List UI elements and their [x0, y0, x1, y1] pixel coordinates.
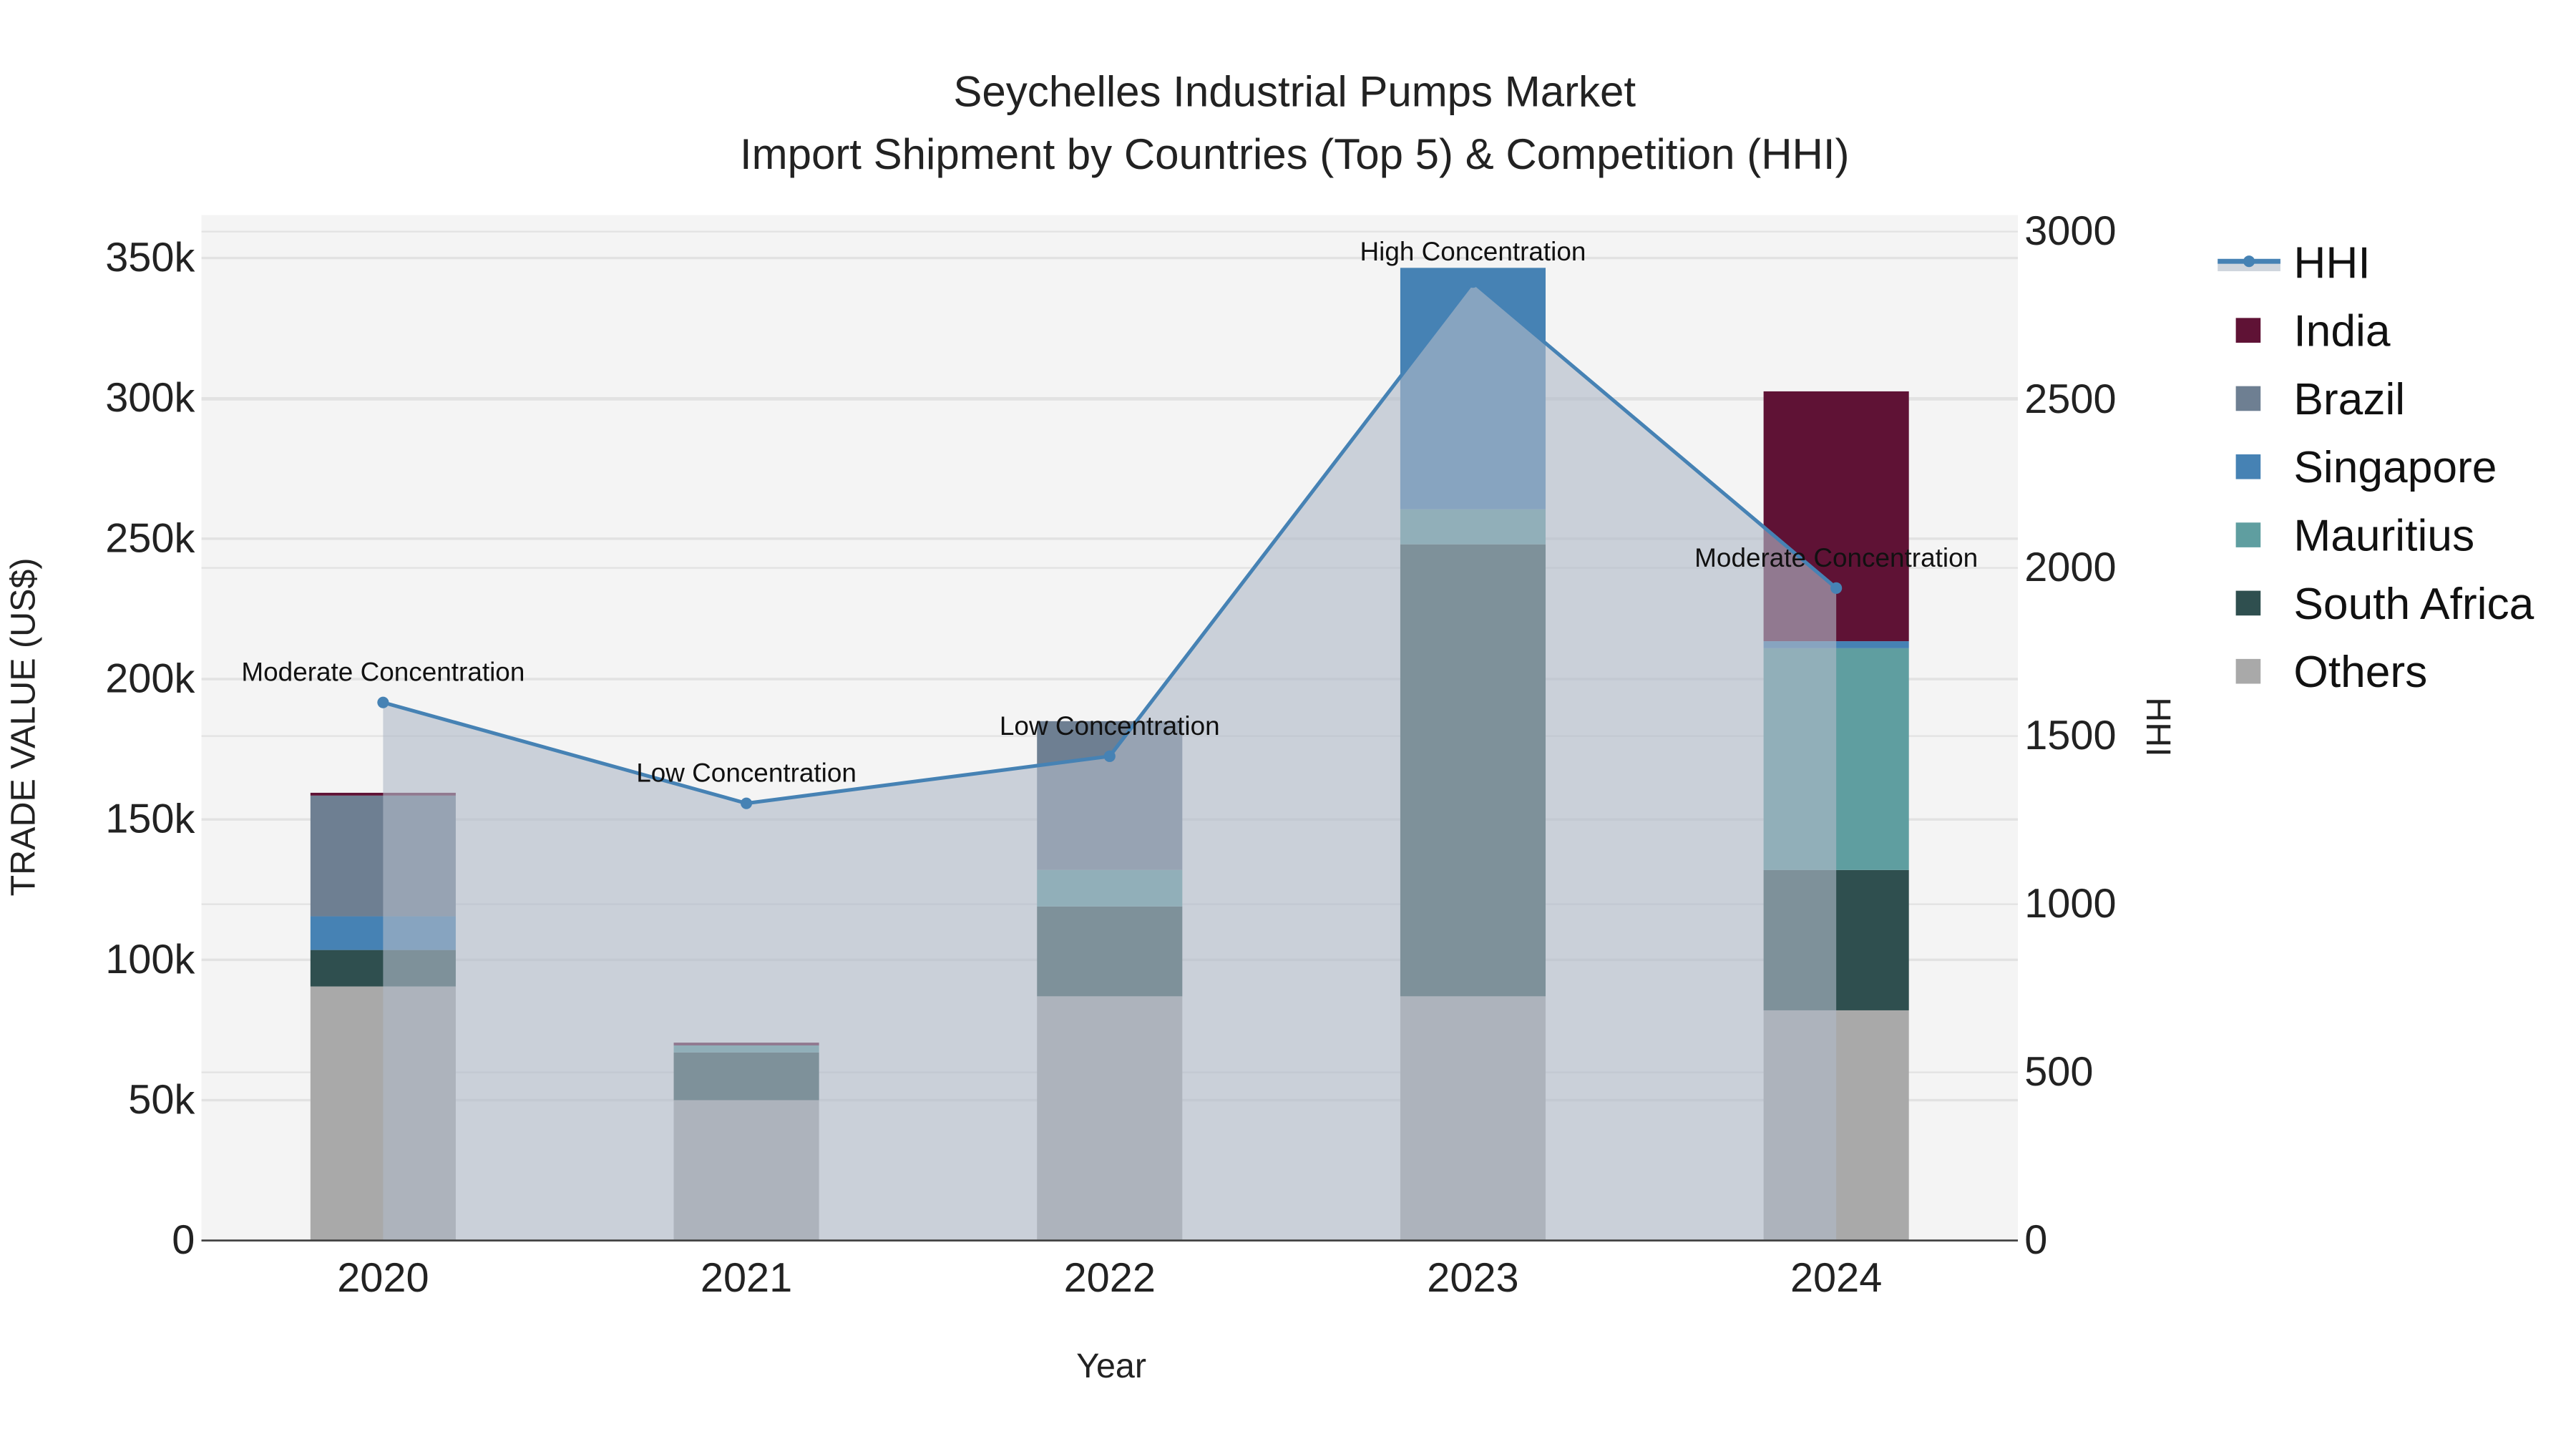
legend-swatch-india: [2235, 318, 2261, 343]
chart-title: Seychelles Industrial Pumps Market: [953, 67, 1636, 115]
x-tick-label: 2023: [1427, 1255, 1518, 1301]
legend-label: HHI: [2293, 238, 2370, 288]
y2-tick-label: 500: [2024, 1049, 2093, 1095]
legend-swatch-brazil: [2235, 386, 2261, 411]
y2-axis-label: HHI: [2139, 697, 2177, 756]
y-tick-label: 50k: [128, 1077, 195, 1123]
hhi-annotation: High Concentration: [1360, 237, 1586, 266]
chart-subtitle: Import Shipment by Countries (Top 5) & C…: [740, 130, 1850, 178]
hhi-point: [1103, 750, 1116, 762]
y-tick-label: 250k: [105, 515, 195, 561]
hhi-annotation: Low Concentration: [636, 758, 857, 788]
x-tick-label: 2022: [1064, 1255, 1156, 1301]
stacked-bar-hhi-chart: Moderate Concentration Low Concentration L…: [0, 0, 2576, 1449]
y-tick-label: 150k: [105, 796, 195, 842]
y2-tick-label: 3000: [2024, 208, 2116, 254]
y2-tick-label: 0: [2024, 1217, 2047, 1263]
x-tick-label: 2024: [1790, 1255, 1882, 1301]
hhi-point: [1830, 582, 1843, 594]
y2-tick-label: 1000: [2024, 881, 2116, 927]
hhi-point: [377, 696, 389, 708]
y2-tick-label: 2500: [2024, 376, 2116, 422]
legend-swatch-singapore: [2235, 454, 2261, 479]
hhi-point: [1467, 276, 1479, 288]
legend-label: Brazil: [2293, 375, 2405, 424]
legend-swatch-mauritius: [2235, 522, 2261, 547]
legend-label: South Africa: [2293, 580, 2534, 629]
x-tick-label: 2020: [337, 1255, 429, 1301]
x-tick-label: 2021: [701, 1255, 792, 1301]
y-tick-label: 350k: [105, 235, 195, 280]
y-tick-label: 200k: [105, 656, 195, 702]
y2-tick-label: 1500: [2024, 713, 2116, 758]
y-tick-label: 100k: [105, 937, 195, 982]
y-tick-label: 300k: [105, 375, 195, 421]
y2-tick-label: 2000: [2024, 545, 2116, 590]
legend-label: Mauritius: [2293, 512, 2474, 561]
chart-container: Moderate Concentration Low Concentration L…: [0, 0, 2576, 1449]
hhi-annotation: Low Concentration: [1000, 711, 1220, 741]
hhi-point: [741, 797, 753, 809]
hhi-annotation: Moderate Concentration: [241, 658, 525, 687]
x-axis-label: Year: [1076, 1347, 1146, 1385]
legend-swatch-south-africa: [2235, 590, 2261, 616]
y-axis-label: TRADE VALUE (US$): [4, 557, 42, 896]
legend-label: Others: [2293, 648, 2427, 697]
y-tick-label: 0: [172, 1217, 195, 1263]
legend-swatch-others: [2235, 658, 2261, 684]
legend-hhi-marker-icon: [2243, 255, 2255, 268]
legend-label: India: [2293, 307, 2390, 356]
hhi-annotation: Moderate Concentration: [1694, 543, 1978, 572]
legend-label: Singapore: [2293, 443, 2497, 492]
